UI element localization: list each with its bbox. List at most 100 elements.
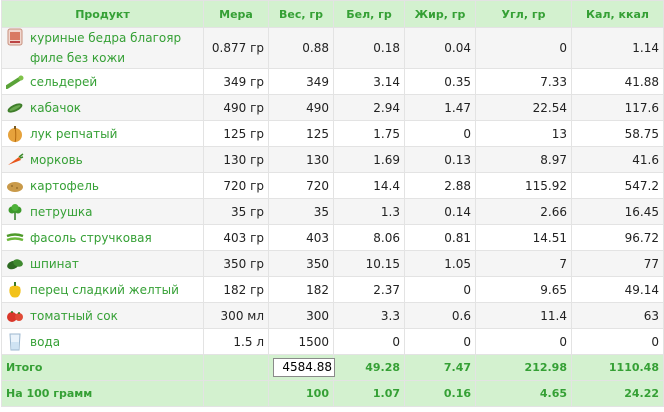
weight-cell: 349 (268, 68, 334, 95)
kcal-cell: 16.45 (571, 198, 664, 225)
total-row: Итого 4584.88 49.28 7.47 212.98 1110.48 (1, 354, 664, 381)
table-row: томатный сок 300 мл 300 3.3 0.6 11.4 63 (1, 302, 664, 329)
carbs-cell: 2.66 (475, 198, 572, 225)
fat-cell: 0.13 (404, 146, 476, 173)
product-cell: кабачок (1, 94, 204, 121)
measure-cell: 403 гр (203, 224, 269, 251)
weight-cell: 125 (268, 120, 334, 147)
protein-cell: 0.18 (333, 27, 405, 69)
product-cell: картофель (1, 172, 204, 199)
protein-cell: 2.94 (333, 94, 405, 121)
product-cell: лук репчатый (1, 120, 204, 147)
parsley-icon (6, 203, 24, 221)
measure-cell: 300 мл (203, 302, 269, 329)
per100-weight: 100 (268, 380, 334, 407)
protein-cell: 3.14 (333, 68, 405, 95)
header-kcal: Кал, ккал (571, 0, 664, 28)
fat-cell: 0.04 (404, 27, 476, 69)
measure-cell: 349 гр (203, 68, 269, 95)
product-cell: шпинат (1, 250, 204, 277)
measure-cell: 1.5 л (203, 328, 269, 355)
measure-cell: 130 гр (203, 146, 269, 173)
product-link[interactable]: вода (30, 335, 60, 349)
fat-cell: 0 (404, 120, 476, 147)
fat-cell: 2.88 (404, 172, 476, 199)
weight-cell: 350 (268, 250, 334, 277)
carbs-cell: 14.51 (475, 224, 572, 251)
product-link[interactable]: лук репчатый (30, 127, 117, 141)
measure-cell: 35 гр (203, 198, 269, 225)
kcal-cell: 41.88 (571, 68, 664, 95)
product-link[interactable]: сельдерей (30, 75, 97, 89)
kcal-cell: 77 (571, 250, 664, 277)
fat-cell: 0.81 (404, 224, 476, 251)
product-link[interactable]: петрушка (30, 205, 93, 219)
table-row: вода 1.5 л 1500 0 0 0 0 (1, 328, 664, 355)
onion-icon (6, 125, 24, 143)
header-measure: Мера (203, 0, 269, 28)
carbs-cell: 22.54 (475, 94, 572, 121)
per100-measure (203, 380, 269, 407)
carbs-cell: 13 (475, 120, 572, 147)
measure-cell: 182 гр (203, 276, 269, 303)
kcal-cell: 41.6 (571, 146, 664, 173)
protein-cell: 3.3 (333, 302, 405, 329)
product-cell: куриные бедра благояр филе без кожи (1, 27, 204, 69)
product-link[interactable]: томатный сок (30, 309, 118, 323)
total-weight-input[interactable]: 4584.88 (273, 358, 335, 377)
total-fat: 7.47 (404, 354, 476, 381)
per100-carbs: 4.65 (475, 380, 572, 407)
carbs-cell: 115.92 (475, 172, 572, 199)
kcal-cell: 49.14 (571, 276, 664, 303)
weight-cell: 182 (268, 276, 334, 303)
product-link[interactable]: кабачок (30, 101, 81, 115)
product-cell: сельдерей (1, 68, 204, 95)
total-label: Итого (1, 354, 204, 381)
product-link[interactable]: куриные бедра благояр филе без кожи (30, 28, 199, 68)
yellow-pepper-icon (6, 281, 24, 299)
kcal-cell: 117.6 (571, 94, 664, 121)
weight-cell: 130 (268, 146, 334, 173)
product-cell: морковь (1, 146, 204, 173)
product-link[interactable]: шпинат (30, 257, 79, 271)
product-link[interactable]: перец сладкий желтый (30, 283, 179, 297)
carbs-cell: 8.97 (475, 146, 572, 173)
carbs-cell: 9.65 (475, 276, 572, 303)
table-row: перец сладкий желтый 182 гр 182 2.37 0 9.65 49… (1, 276, 664, 303)
water-glass-icon (6, 333, 24, 351)
measure-cell: 720 гр (203, 172, 269, 199)
kcal-cell: 0 (571, 328, 664, 355)
measure-cell: 490 гр (203, 94, 269, 121)
chicken-thigh-icon (6, 28, 24, 46)
weight-cell: 403 (268, 224, 334, 251)
kcal-cell: 1.14 (571, 27, 664, 69)
tomato-icon (6, 307, 24, 325)
table-row: кабачок 490 гр 490 2.94 1.47 22.54 117.6 (1, 94, 664, 121)
carbs-cell: 11.4 (475, 302, 572, 329)
product-link[interactable]: фасоль стручковая (30, 231, 152, 245)
fat-cell: 1.47 (404, 94, 476, 121)
product-cell: фасоль стручковая (1, 224, 204, 251)
weight-cell: 490 (268, 94, 334, 121)
product-link[interactable]: морковь (30, 153, 83, 167)
weight-cell: 35 (268, 198, 334, 225)
table-row: петрушка 35 гр 35 1.3 0.14 2.66 16.45 (1, 198, 664, 225)
fat-cell: 0.6 (404, 302, 476, 329)
protein-cell: 1.69 (333, 146, 405, 173)
protein-cell: 14.4 (333, 172, 405, 199)
fat-cell: 1.05 (404, 250, 476, 277)
per100-fat: 0.16 (404, 380, 476, 407)
zucchini-icon (6, 99, 24, 117)
protein-cell: 8.06 (333, 224, 405, 251)
product-link[interactable]: картофель (30, 179, 99, 193)
weight-cell: 0.88 (268, 27, 334, 69)
carbs-cell: 7.33 (475, 68, 572, 95)
total-protein: 49.28 (333, 354, 405, 381)
fat-cell: 0 (404, 328, 476, 355)
header-weight: Вес, гр (268, 0, 334, 28)
table-row: куриные бедра благояр филе без кожи 0.877… (1, 27, 664, 69)
measure-cell: 0.877 гр (203, 27, 269, 69)
fat-cell: 0.14 (404, 198, 476, 225)
carbs-cell: 7 (475, 250, 572, 277)
kcal-cell: 96.72 (571, 224, 664, 251)
